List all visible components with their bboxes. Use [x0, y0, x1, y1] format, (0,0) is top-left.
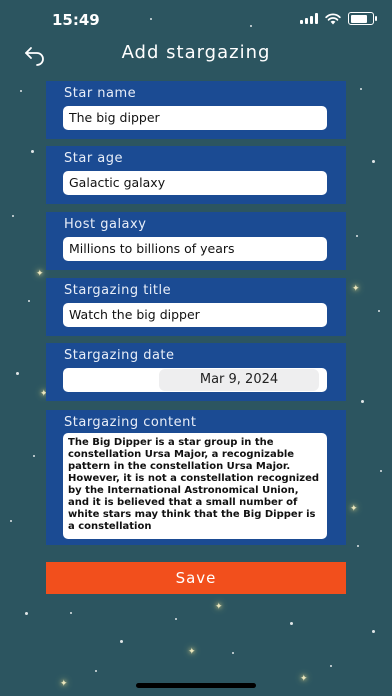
star-dot: [10, 520, 12, 522]
star-name-input[interactable]: The big dipper: [63, 106, 327, 130]
glowing-star: ✦: [350, 504, 358, 514]
header: Add stargazing: [0, 40, 392, 68]
star-age-card: Star age Galactic galaxy: [46, 146, 346, 204]
home-indicator: [136, 683, 256, 688]
star-dot: [25, 612, 28, 615]
star-dot: [120, 640, 123, 643]
star-dot: [20, 90, 22, 92]
stargazing-content-card: Stargazing content The Big Dipper is a s…: [46, 410, 346, 545]
star-name-card: Star name The big dipper: [46, 81, 346, 139]
glowing-star: ✦: [300, 674, 308, 684]
star-dot: [361, 400, 364, 403]
glowing-star: ✦: [36, 269, 44, 279]
signal-icon: [300, 13, 318, 24]
stargazing-date-field: Mar 9, 2024: [63, 368, 327, 392]
status-icons: [300, 12, 377, 25]
stargazing-date-card: Stargazing date Mar 9, 2024: [46, 343, 346, 401]
star-dot: [33, 455, 35, 457]
glowing-star: ✦: [352, 284, 360, 294]
star-dot: [330, 665, 332, 667]
star-dot: [175, 618, 177, 620]
star-dot: [70, 612, 72, 614]
glowing-star: ✦: [188, 647, 196, 657]
star-dot: [232, 652, 234, 654]
star-dot: [12, 215, 14, 217]
stargazing-title-input[interactable]: Watch the big dipper: [63, 303, 327, 327]
star-dot: [372, 630, 375, 633]
status-bar: 15:49: [0, 0, 392, 40]
save-button[interactable]: Save: [46, 562, 346, 594]
status-time: 15:49: [52, 11, 100, 29]
star-dot: [31, 150, 34, 153]
star-dot: [356, 235, 358, 237]
battery-icon: [348, 12, 377, 25]
star-dot: [372, 160, 375, 163]
star-dot: [360, 88, 362, 90]
star-dot: [380, 470, 382, 472]
star-dot: [95, 670, 97, 672]
glowing-star: ✦: [215, 602, 223, 612]
glowing-star: ✦: [60, 679, 68, 689]
star-name-label: Star name: [64, 86, 137, 101]
page-title: Add stargazing: [121, 42, 271, 63]
star-dot: [357, 545, 359, 547]
stargazing-content-textarea[interactable]: The Big Dipper is a star group in the co…: [63, 433, 327, 539]
host-galaxy-card: Host galaxy Millions to billions of year…: [46, 212, 346, 270]
stargazing-date-label: Stargazing date: [64, 348, 175, 363]
date-picker-button[interactable]: Mar 9, 2024: [159, 369, 319, 391]
stargazing-title-label: Stargazing title: [64, 283, 172, 298]
star-age-label: Star age: [64, 151, 124, 166]
host-galaxy-input[interactable]: Millions to billions of years: [63, 237, 327, 261]
wifi-icon: [325, 12, 341, 24]
host-galaxy-label: Host galaxy: [64, 217, 147, 232]
star-dot: [378, 310, 380, 312]
stargazing-title-card: Stargazing title Watch the big dipper: [46, 278, 346, 336]
stargazing-content-label: Stargazing content: [64, 415, 197, 430]
star-dot: [290, 622, 293, 625]
star-age-input[interactable]: Galactic galaxy: [63, 171, 327, 195]
star-dot: [16, 372, 19, 375]
star-dot: [28, 300, 30, 302]
